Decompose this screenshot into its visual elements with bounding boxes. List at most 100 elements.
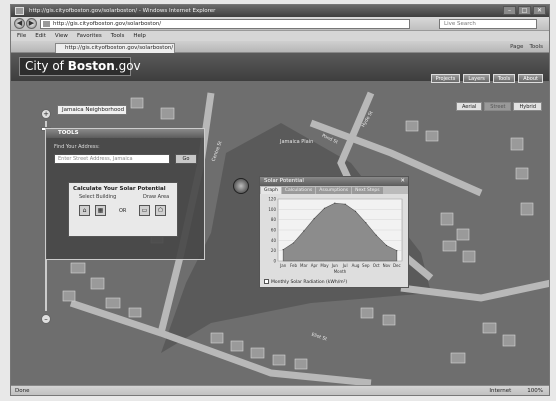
neighborhood-select[interactable]: Jamaica Neighborhood (57, 105, 127, 115)
legend-checkbox[interactable] (264, 279, 269, 284)
menu-view[interactable]: View (55, 31, 68, 41)
menu-tools[interactable]: Tools (111, 31, 125, 41)
aerial-button[interactable]: Aerial (455, 102, 483, 111)
close-button[interactable]: ✕ (533, 6, 546, 15)
solar-panel-title: Solar Potential (264, 178, 304, 184)
site-nav: Projects Layers Tools About (430, 74, 543, 83)
zoom-in-button[interactable]: + (41, 109, 51, 119)
data-point (385, 244, 388, 247)
y-tick-label: 100 (268, 207, 276, 212)
address-search-input[interactable]: Enter Street Address, Jamaica (54, 154, 170, 164)
zoom-level[interactable]: 100% (527, 386, 543, 395)
tab-row: http://gis.cityofboston.gov/solarboston/… (11, 41, 549, 53)
minimize-button[interactable]: – (503, 6, 516, 15)
browser-icon (15, 7, 24, 15)
x-tick-label: Apr (311, 263, 318, 268)
x-tick-label: Oct (373, 263, 380, 268)
x-tick-label: Dec (393, 263, 401, 268)
page-menu[interactable]: Page (510, 43, 523, 51)
status-bar: Done Internet 100% (11, 385, 549, 395)
tab-calculations[interactable]: Calculations (281, 187, 316, 194)
address-url: http://gis.cityofboston.gov/solarboston/ (53, 21, 162, 27)
logo-city: Boston (67, 59, 115, 73)
data-point (365, 222, 367, 224)
y-tick-label: 40 (271, 238, 277, 243)
solar-calculator: Calculate Your Solar Potential Select Bu… (68, 182, 178, 237)
menu-file[interactable]: File (17, 31, 26, 41)
tab-assumptions[interactable]: Assumptions (316, 187, 352, 194)
tab-next-steps[interactable]: Next Steps (352, 187, 383, 194)
tools-panel: TOOLS Find Your Address: Enter Street Ad… (45, 128, 205, 260)
site-header: City of Boston.gov Projects Layers Tools… (11, 53, 549, 83)
nav-layers-button[interactable]: Layers (463, 74, 490, 83)
calculator-title: Calculate Your Solar Potential (73, 186, 166, 192)
forward-button[interactable]: ▶ (26, 18, 37, 29)
data-point (334, 202, 336, 204)
y-tick-label: 80 (271, 217, 277, 222)
command-bar: Page Tools (510, 43, 543, 51)
select-building-label: Select Building (79, 194, 117, 200)
draw-area-label: Draw Area (143, 194, 170, 200)
screenshot: http://gis.cityofboston.gov/solarboston/… (0, 0, 556, 401)
window-titlebar: http://gis.cityofboston.gov/solarboston/… (11, 5, 549, 17)
x-tick-label: Mar (300, 263, 308, 268)
data-point (282, 249, 284, 251)
menu-favorites[interactable]: Favorites (77, 31, 102, 41)
draw-polygon-icon[interactable]: ⬠ (155, 205, 166, 216)
go-button[interactable]: Go (175, 154, 197, 164)
window-controls: – □ ✕ (503, 6, 546, 15)
find-address-label: Find Your Address: (54, 144, 100, 150)
browser-tab[interactable]: http://gis.cityofboston.gov/solarboston/ (55, 43, 175, 53)
location-marker-icon[interactable] (233, 178, 249, 194)
data-point (303, 230, 305, 232)
street-button[interactable]: Street (484, 102, 512, 111)
menu-edit[interactable]: Edit (35, 31, 46, 41)
search-input[interactable]: Live Search (439, 19, 537, 29)
nav-projects-button[interactable]: Projects (430, 74, 461, 83)
x-tick-label: Aug (352, 263, 360, 268)
x-tick-label: Sep (362, 263, 370, 268)
close-icon[interactable]: ✕ (400, 177, 405, 186)
y-tick-label: 60 (271, 228, 277, 233)
page-icon (43, 21, 50, 27)
solar-radiation-chart: 0 20 40 60 80 100 120 Jan Feb Mar Apr May Jun Jul Aug S… (268, 197, 403, 274)
browser-window: http://gis.cityofboston.gov/solarboston/… (10, 4, 550, 396)
x-tick-label: Jan (279, 263, 287, 268)
data-point (344, 203, 346, 205)
menu-help[interactable]: Help (133, 31, 146, 41)
back-button[interactable]: ◀ (14, 18, 25, 29)
select-building-icon[interactable]: ⌂ (79, 205, 90, 216)
data-point (323, 207, 326, 209)
x-axis-label: Month (334, 269, 347, 274)
select-multiple-icon[interactable]: ▦ (95, 205, 106, 216)
web-page: City of Boston.gov Projects Layers Tools… (11, 53, 549, 385)
security-zone: Internet (489, 388, 512, 394)
tab-graph[interactable]: Graph (261, 187, 281, 194)
chart-legend: Monthly Solar Radiation (kWh/m²) (264, 279, 347, 285)
nav-about-button[interactable]: About (518, 74, 543, 83)
y-tick-label: 20 (271, 248, 277, 253)
tools-menu[interactable]: Tools (529, 43, 543, 51)
x-tick-label: Nov (383, 263, 391, 268)
hybrid-button[interactable]: Hybrid (513, 102, 542, 111)
address-bar-row: ◀ ▶ http://gis.cityofboston.gov/solarbos… (11, 17, 549, 31)
zoom-out-button[interactable]: – (41, 314, 51, 324)
solar-potential-panel: Solar Potential ✕ Graph Calculations Ass… (259, 176, 409, 288)
tools-panel-title: TOOLS (46, 129, 204, 138)
solar-panel-header: Solar Potential ✕ (260, 177, 408, 186)
data-point (313, 218, 315, 220)
draw-rectangle-icon[interactable]: ▭ (139, 205, 150, 216)
x-tick-label: Jul (342, 263, 348, 268)
data-point (354, 210, 357, 212)
address-field[interactable]: http://gis.cityofboston.gov/solarboston/ (40, 19, 410, 29)
nav-tools-button[interactable]: Tools (492, 74, 516, 83)
status-text: Done (15, 388, 30, 394)
map-type-switcher: Aerial Street Hybrid (455, 102, 542, 111)
city-of-boston-logo[interactable]: City of Boston.gov (19, 57, 141, 76)
y-tick-label: 0 (273, 259, 276, 264)
x-tick-label: May (320, 263, 329, 268)
x-tick-label: Feb (290, 263, 298, 268)
maximize-button[interactable]: □ (518, 6, 531, 15)
data-point (396, 250, 398, 252)
solar-panel-tabs: Graph Calculations Assumptions Next Step… (260, 186, 408, 194)
